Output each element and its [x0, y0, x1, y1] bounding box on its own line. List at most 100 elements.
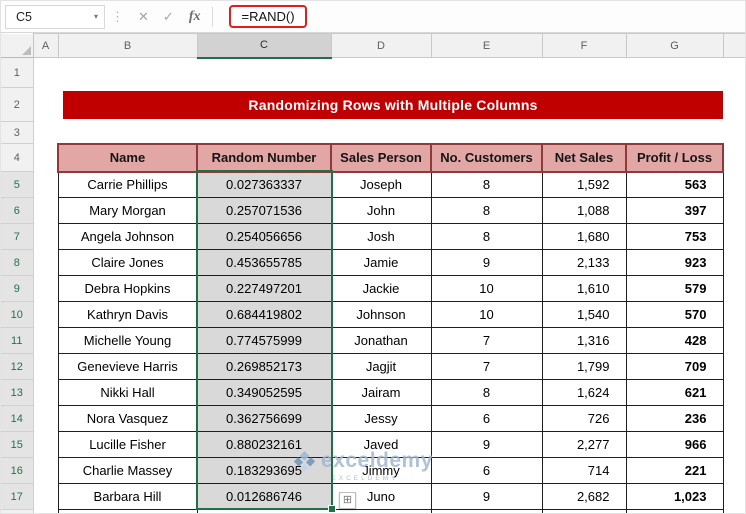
cell-F8[interactable]: 2,133 [541, 249, 627, 276]
cell-A3[interactable] [33, 121, 58, 144]
row-header-3[interactable]: 3 [1, 121, 34, 144]
cell-C13[interactable]: 0.349052595 [196, 379, 332, 406]
cell-F16[interactable]: 714 [541, 457, 627, 484]
cell-A1[interactable] [33, 57, 58, 88]
cell-F18[interactable] [541, 509, 627, 513]
formula-input[interactable]: =RAND() [229, 5, 307, 28]
row-header-1[interactable]: 1 [1, 57, 34, 88]
cell-E18[interactable] [430, 509, 543, 513]
row-header-2[interactable]: 2 [1, 87, 34, 122]
cell-G7[interactable]: 753 [625, 223, 724, 250]
cell-F10[interactable]: 1,540 [541, 301, 627, 328]
cell-D6[interactable]: John [330, 197, 432, 224]
cell-B18[interactable] [57, 509, 198, 513]
cell-A2[interactable] [33, 87, 58, 122]
cell-A13[interactable] [33, 379, 58, 406]
cell-A11[interactable] [33, 327, 58, 354]
cell-E5[interactable]: 8 [430, 171, 543, 198]
row-header-13[interactable]: 13 [1, 379, 34, 406]
cell-G13[interactable]: 621 [625, 379, 724, 406]
row-header-6[interactable]: 6 [1, 197, 34, 224]
cell-C15[interactable]: 0.880232161 [196, 431, 332, 458]
cell-B12[interactable]: Genevieve Harris [57, 353, 198, 380]
cell-D11[interactable]: Jonathan [330, 327, 432, 354]
table-header-D4[interactable]: Sales Person [330, 142, 432, 173]
column-header-F[interactable]: F [541, 33, 627, 58]
row-header-17[interactable]: 17 [1, 483, 34, 510]
cell-D18[interactable] [330, 509, 432, 513]
cell-B5[interactable]: Carrie Phillips [57, 171, 198, 198]
row-header-12[interactable]: 12 [1, 353, 34, 380]
table-header-B4[interactable]: Name [57, 142, 198, 173]
cell-D5[interactable]: Joseph [330, 171, 432, 198]
cell-E10[interactable]: 10 [430, 301, 543, 328]
cell-G11[interactable]: 428 [625, 327, 724, 354]
column-header-G[interactable]: G [625, 33, 724, 58]
row-header-9[interactable]: 9 [1, 275, 34, 302]
cell-B8[interactable]: Claire Jones [57, 249, 198, 276]
row-header-5[interactable]: 5 [1, 171, 34, 198]
autofill-options-button[interactable]: ⊞ [339, 492, 356, 509]
cell-C8[interactable]: 0.453655785 [196, 249, 332, 276]
cell-D14[interactable]: Jessy [330, 405, 432, 432]
cell-A9[interactable] [33, 275, 58, 302]
cell-A8[interactable] [33, 249, 58, 276]
cell-G12[interactable]: 709 [625, 353, 724, 380]
cell-E14[interactable]: 6 [430, 405, 543, 432]
empty-cell-region-row-1[interactable] [58, 57, 723, 88]
cell-G17[interactable]: 1,023 [625, 483, 724, 510]
cell-G6[interactable]: 397 [625, 197, 724, 224]
column-header-D[interactable]: D [330, 33, 432, 58]
cell-D7[interactable]: Josh [330, 223, 432, 250]
cell-F9[interactable]: 1,610 [541, 275, 627, 302]
select-all-corner[interactable] [1, 33, 34, 58]
cell-F5[interactable]: 1,592 [541, 171, 627, 198]
table-header-G4[interactable]: Profit / Loss [625, 142, 724, 173]
cell-B14[interactable]: Nora Vasquez [57, 405, 198, 432]
cell-A18[interactable] [33, 509, 58, 513]
cell-E17[interactable]: 9 [430, 483, 543, 510]
cell-E9[interactable]: 10 [430, 275, 543, 302]
cell-E11[interactable]: 7 [430, 327, 543, 354]
cell-B16[interactable]: Charlie Massey [57, 457, 198, 484]
cell-F14[interactable]: 726 [541, 405, 627, 432]
fill-handle[interactable] [328, 505, 336, 513]
cell-A14[interactable] [33, 405, 58, 432]
table-header-F4[interactable]: Net Sales [541, 142, 627, 173]
cell-E7[interactable]: 8 [430, 223, 543, 250]
cell-F11[interactable]: 1,316 [541, 327, 627, 354]
cell-B11[interactable]: Michelle Young [57, 327, 198, 354]
cell-E6[interactable]: 8 [430, 197, 543, 224]
cell-A17[interactable] [33, 483, 58, 510]
cell-C10[interactable]: 0.684419802 [196, 301, 332, 328]
cell-D8[interactable]: Jamie [330, 249, 432, 276]
cell-A5[interactable] [33, 171, 58, 198]
cell-A6[interactable] [33, 197, 58, 224]
row-header-10[interactable]: 10 [1, 301, 34, 328]
cell-C6[interactable]: 0.257071536 [196, 197, 332, 224]
insert-function-icon[interactable]: fx [181, 9, 209, 25]
cell-G10[interactable]: 570 [625, 301, 724, 328]
cell-E16[interactable]: 6 [430, 457, 543, 484]
cell-C7[interactable]: 0.254056656 [196, 223, 332, 250]
cell-G5[interactable]: 563 [625, 171, 724, 198]
column-header-E[interactable]: E [430, 33, 543, 58]
cell-C16[interactable]: 0.183293695 [196, 457, 332, 484]
cell-C12[interactable]: 0.269852173 [196, 353, 332, 380]
cell-C18[interactable] [196, 509, 332, 513]
cell-C5[interactable]: 0.027363337 [196, 171, 332, 198]
cell-A12[interactable] [33, 353, 58, 380]
cell-A10[interactable] [33, 301, 58, 328]
row-header-14[interactable]: 14 [1, 405, 34, 432]
cancel-icon[interactable]: ✕ [131, 9, 156, 25]
cell-A4[interactable] [33, 143, 58, 172]
name-box[interactable]: C5 ▾ [5, 4, 105, 29]
cell-C9[interactable]: 0.227497201 [196, 275, 332, 302]
cell-C11[interactable]: 0.774575999 [196, 327, 332, 354]
cell-A15[interactable] [33, 431, 58, 458]
cell-G8[interactable]: 923 [625, 249, 724, 276]
row-header-15[interactable]: 15 [1, 431, 34, 458]
row-header-16[interactable]: 16 [1, 457, 34, 484]
empty-cell-region-row-3[interactable] [58, 121, 723, 144]
cell-B7[interactable]: Angela Johnson [57, 223, 198, 250]
